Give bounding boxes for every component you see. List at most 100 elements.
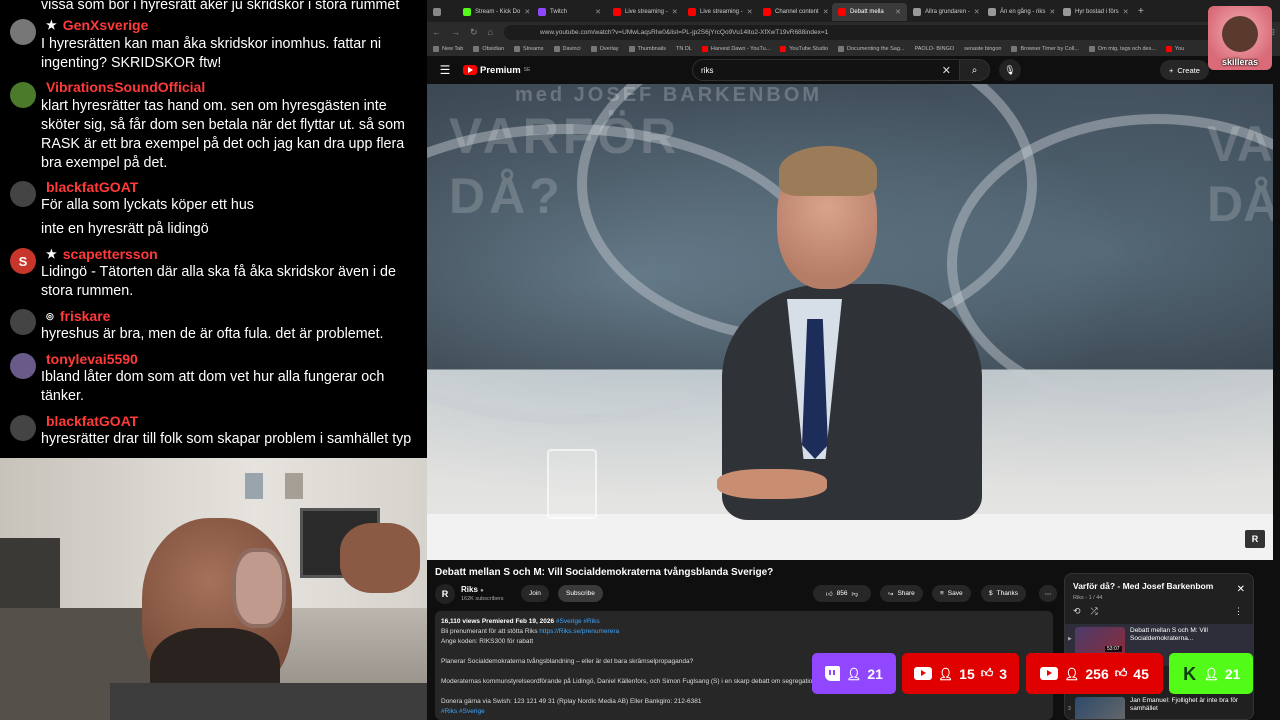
bookmark-label: You: [1174, 46, 1185, 52]
create-button[interactable]: + Create: [1160, 60, 1209, 80]
close-icon[interactable]: ✕: [672, 8, 678, 16]
clear-search-icon[interactable]: ✕: [942, 64, 951, 77]
home-icon[interactable]: ⌂: [483, 27, 498, 37]
chat-text: Lidingö - Tätorten där alla ska få åka s…: [41, 264, 396, 299]
playlist-title[interactable]: Varför då? - Med Josef Barkenbom: [1073, 581, 1213, 591]
tab-label: Debatt mella: [850, 9, 884, 15]
bookmark-item[interactable]: New Tab: [433, 46, 463, 52]
browser-tab-active[interactable]: Debatt mella ✕: [832, 3, 907, 21]
hashtags[interactable]: #Sverige #Riks: [556, 618, 600, 625]
channel-name[interactable]: Riks ●: [461, 585, 484, 594]
browser-tab[interactable]: Stream - Kick Do ✕: [457, 3, 532, 21]
more-icon[interactable]: ⋮: [1234, 606, 1243, 617]
bookmark-item[interactable]: Thumbnails: [628, 46, 666, 52]
chat-text: Ibland låter dom som att dom vet hur all…: [41, 369, 385, 404]
bookmark-label: Om mig, tags och des...: [1097, 46, 1156, 52]
user-avatar: [10, 309, 36, 335]
bookmark-item[interactable]: You: [1165, 46, 1185, 52]
chat-username-row: blackfatGOAT: [46, 179, 138, 195]
bookmark-item[interactable]: Browser Timer by Coll...: [1011, 46, 1079, 52]
bookmark-item[interactable]: TN DL: [676, 46, 692, 52]
close-icon[interactable]: ✕: [747, 8, 753, 16]
description-link[interactable]: https://Riks.se/prenumerera: [539, 628, 619, 635]
bookmark-icon: [838, 46, 845, 52]
browser-tab[interactable]: Channel content ✕: [757, 3, 832, 21]
like-icon[interactable]: 👍︎: [826, 590, 833, 598]
thanks-button[interactable]: $ Thanks: [981, 585, 1026, 602]
chat-text: klart hyresrätter tas hand om. sen om hy…: [41, 98, 405, 171]
channel-avatar[interactable]: R: [435, 584, 455, 604]
browser-tab[interactable]: Än en gång - riks ✕: [982, 3, 1057, 21]
join-button[interactable]: Join: [521, 585, 549, 602]
bookmark-item[interactable]: senaste bingon: [964, 46, 1001, 52]
video-player[interactable]: med JOSEF BARKENBOM VARFÖR DÅ? VA DÅ R: [427, 84, 1273, 560]
browser-tab[interactable]: Twitch ✕: [532, 3, 607, 21]
back-icon[interactable]: ←: [427, 27, 446, 37]
bookmark-label: senaste bingon: [964, 46, 1002, 52]
playlist-item-title: Jan Emanuel: Fjollighet är inte bra för …: [1130, 697, 1239, 712]
chat-username[interactable]: blackfatGOAT: [46, 413, 138, 429]
browser-tab[interactable]: [427, 3, 457, 21]
close-icon[interactable]: ✕: [974, 8, 980, 16]
chat-username[interactable]: tonylevai5590: [46, 351, 138, 367]
bookmark-item[interactable]: Documenting the Sag...: [838, 46, 905, 52]
browser-tab[interactable]: Hyr bostad i förs ✕: [1057, 3, 1132, 21]
playlist-item[interactable]: 3 Jan Emanuel: Fjollighet är inte bra fö…: [1065, 694, 1253, 719]
chat-username[interactable]: VibrationsSoundOfficial: [46, 79, 205, 95]
subscribe-button[interactable]: Subscribe: [558, 585, 603, 602]
reload-icon[interactable]: ↻: [465, 27, 483, 38]
subscriber-count: 162K subscribers: [461, 596, 504, 602]
video-overlay-title: VARFÖR DÅ?: [449, 106, 680, 226]
bookmark-item[interactable]: Om mig, tags och des...: [1088, 46, 1156, 52]
new-tab-button[interactable]: +: [1132, 6, 1150, 17]
bookmark-item[interactable]: Obsidian: [473, 46, 504, 52]
playlist-position: Riks - 1 / 44: [1073, 595, 1103, 601]
loop-icon[interactable]: ⟲: [1073, 606, 1081, 617]
youtube-icon: [838, 8, 846, 16]
close-icon[interactable]: ✕: [524, 8, 530, 16]
bookmark-item[interactable]: Overlay: [590, 46, 619, 52]
hamburger-menu-icon[interactable]: ☰: [427, 63, 463, 77]
close-icon[interactable]: ✕: [895, 8, 901, 16]
bookmark-item[interactable]: PAOLO- BINGO: [915, 46, 955, 52]
chat-username[interactable]: blackfatGOAT: [46, 179, 138, 195]
chat-username[interactable]: scapettersson: [63, 246, 158, 262]
save-button[interactable]: ≡ Save: [932, 585, 971, 602]
search-button[interactable]: ⌕: [960, 59, 990, 81]
youtube-logo[interactable]: Premium SE: [463, 65, 530, 76]
bookmark-item[interactable]: Davinci: [553, 46, 581, 52]
voice-search-button[interactable]: 🎙: [999, 59, 1021, 81]
bookmark-item[interactable]: YouTube Studio: [780, 46, 828, 52]
youtube-counter: 👤︎ 256 👍︎ 45: [1026, 653, 1163, 694]
tab-favicon-icon: [433, 8, 441, 16]
hashtags[interactable]: #Riks #Sverige: [441, 707, 1047, 717]
dislike-icon[interactable]: 👎︎: [852, 590, 859, 598]
chat-username[interactable]: friskare: [60, 308, 111, 324]
browser-tab[interactable]: Live streaming - ✕: [682, 3, 757, 21]
guest-hair: [779, 146, 877, 196]
thanks-label: Thanks: [996, 590, 1018, 597]
twitch-icon: [538, 8, 546, 16]
close-icon[interactable]: ✕: [1123, 8, 1129, 16]
viewers-icon: 👤︎: [846, 666, 862, 681]
more-actions-button[interactable]: ⋯: [1039, 585, 1057, 602]
chat-username-row: VibrationsSoundOfficial: [46, 79, 205, 95]
close-icon[interactable]: ✕: [1049, 8, 1055, 16]
bookmark-label: Documenting the Sag...: [847, 46, 905, 52]
close-icon[interactable]: ✕: [823, 8, 829, 16]
close-icon[interactable]: ✕: [595, 8, 601, 16]
chat-username-row: ◎ friskare: [46, 308, 110, 324]
close-icon[interactable]: ✕: [1237, 584, 1245, 595]
youtube-icon: [688, 8, 696, 16]
browser-tab[interactable]: Live streaming - ✕: [607, 3, 682, 21]
headphones: [232, 548, 286, 628]
browser-tab[interactable]: Allra grundaren - ✕: [907, 3, 982, 21]
bookmark-item[interactable]: Harvest Dawn - YouTu...: [701, 46, 770, 52]
bookmark-item[interactable]: Streams: [514, 46, 544, 52]
shuffle-icon[interactable]: ⤮: [1091, 606, 1098, 617]
forward-icon[interactable]: →: [446, 27, 465, 37]
share-button[interactable]: ↪ Share: [880, 585, 923, 602]
search-input[interactable]: riks ✕: [692, 59, 960, 81]
chat-username[interactable]: GenXsverige: [63, 17, 149, 33]
url-input[interactable]: www.youtube.com/watch?v=UMwLaqsRIw0&list…: [503, 24, 1239, 40]
